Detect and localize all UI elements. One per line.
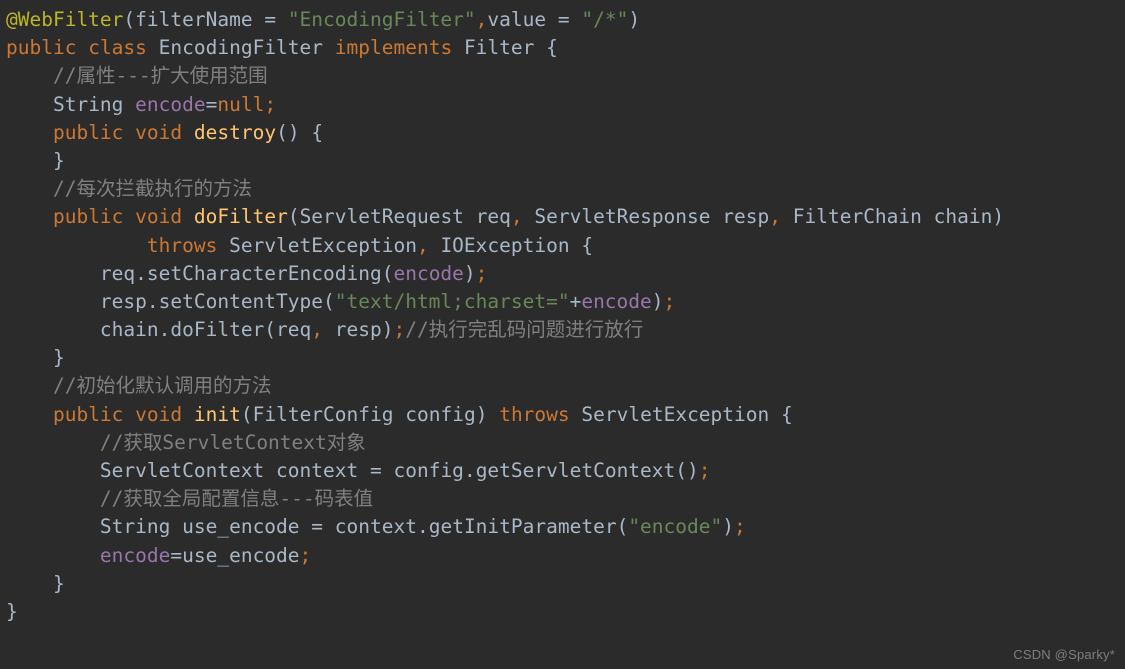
code-line: } — [52, 346, 65, 370]
code-line: public void destroy() { — [52, 120, 324, 144]
code-line: resp.setContentType("text/html;charset="… — [99, 289, 676, 313]
code-line: //每次拦截执行的方法 — [6, 175, 1004, 203]
comment-token: //获取全局配置信息---码表值 — [99, 487, 374, 511]
code-line: } — [52, 148, 65, 172]
method-token: init — [193, 402, 241, 426]
code-line: } — [52, 571, 65, 595]
code-line: @WebFilter(filterName = "EncodingFilter"… — [6, 8, 641, 31]
code-line: String encode=null; — [52, 92, 277, 116]
field-token: encode — [393, 261, 464, 285]
comment-token: //属性---扩大使用范围 — [52, 64, 268, 88]
code-line: public void init(FilterConfig config) th… — [52, 402, 793, 426]
comment-token: //执行完乱码问题进行放行 — [405, 318, 644, 342]
code-line: //获取ServletContext对象 — [6, 429, 1004, 457]
code-line: chain.doFilter(req, resp);//执行完乱码问题进行放行 — [99, 318, 644, 342]
comment-token: //初始化默认调用的方法 — [52, 374, 272, 398]
comment-token: //每次拦截执行的方法 — [52, 177, 252, 201]
csdn-watermark: CSDN @Sparky* — [1013, 647, 1115, 662]
code-line: encode=use_encode; — [99, 543, 312, 567]
code-line: ServletContext context = config.getServl… — [99, 459, 711, 482]
code-content[interactable]: @WebFilter(filterName = "EncodingFilter"… — [0, 6, 1004, 626]
code-line: public void doFilter(ServletRequest req,… — [52, 205, 1005, 229]
code-editor[interactable]: @WebFilter(filterName = "EncodingFilter"… — [0, 0, 1125, 669]
code-line: public class EncodingFilter implements F… — [6, 36, 558, 60]
field-token: encode — [581, 289, 652, 313]
code-line: //属性---扩大使用范围 — [6, 62, 1004, 90]
code-line: String use_encode = context.getInitParam… — [99, 515, 746, 539]
code-line: req.setCharacterEncoding(encode); — [99, 261, 488, 285]
comment-token: //获取ServletContext对象 — [99, 430, 366, 454]
method-token: doFilter — [193, 205, 288, 229]
field-token: encode — [99, 543, 171, 567]
annotation-token: @WebFilter — [6, 8, 124, 31]
code-line: //获取全局配置信息---码表值 — [6, 485, 1004, 513]
code-line: //初始化默认调用的方法 — [6, 372, 1004, 400]
code-line: } — [6, 599, 18, 623]
code-line: throws ServletException, IOException { — [146, 233, 594, 257]
method-token: destroy — [193, 120, 277, 144]
field-token: encode — [135, 92, 206, 116]
